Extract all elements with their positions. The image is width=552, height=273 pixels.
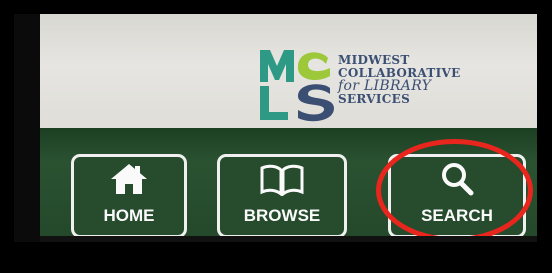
mcls-logo-mark	[260, 50, 334, 122]
screen: MIDWEST COLLABORATIVE for LIBRARY SERVIC…	[0, 0, 552, 273]
open-book-icon	[260, 164, 304, 196]
kiosk-display: MIDWEST COLLABORATIVE for LIBRARY SERVIC…	[14, 14, 537, 242]
search-label: SEARCH	[421, 206, 493, 225]
site-header: MIDWEST COLLABORATIVE for LIBRARY SERVIC…	[40, 14, 537, 142]
search-button[interactable]: SEARCH	[388, 154, 526, 238]
house-icon	[111, 164, 147, 194]
mcls-logo[interactable]: MIDWEST COLLABORATIVE for LIBRARY SERVIC…	[258, 46, 523, 136]
logo-line-4: SERVICES	[338, 92, 411, 106]
home-button[interactable]: HOME	[71, 154, 187, 238]
browse-label: BROWSE	[243, 206, 321, 225]
home-label: HOME	[103, 206, 155, 225]
logo-wordmark: MIDWEST COLLABORATIVE for LIBRARY SERVIC…	[338, 54, 461, 106]
magnifier-icon	[442, 163, 474, 196]
bottom-edge	[40, 236, 537, 242]
browse-button[interactable]: BROWSE	[217, 154, 347, 238]
